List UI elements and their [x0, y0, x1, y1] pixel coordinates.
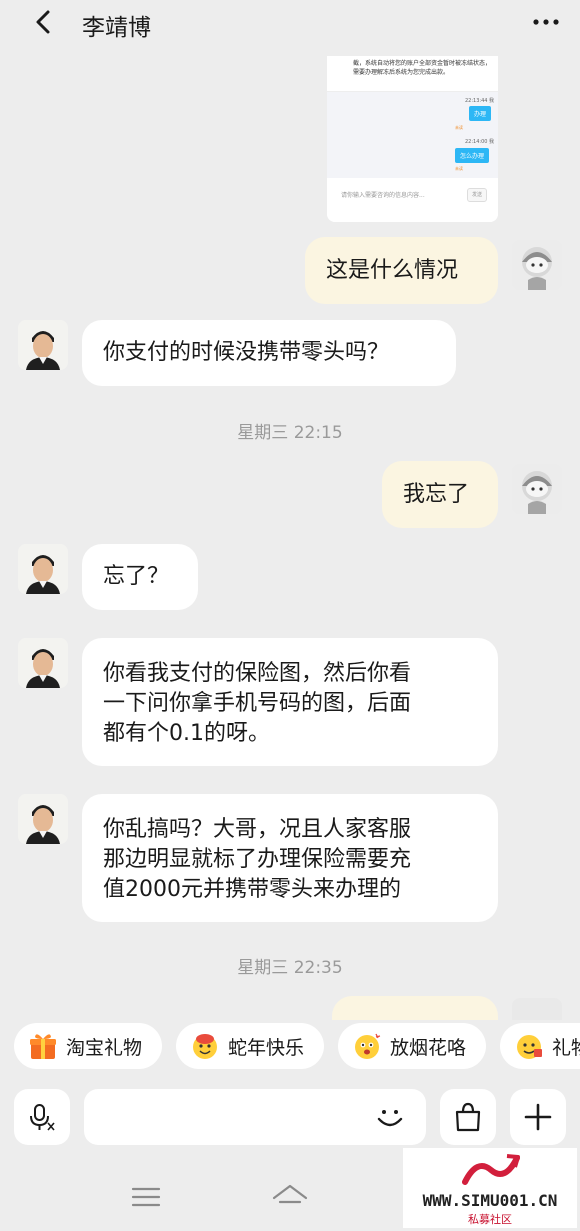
firework-face-icon: [355, 1033, 381, 1059]
my-avatar[interactable]: [512, 240, 562, 290]
message-text: 我忘了: [403, 481, 470, 507]
screenshot-notice-text: 截，系统自动将您的账户全部资金暂时被冻结状态，需要办理解冻后系统为您完成出款。: [353, 60, 492, 76]
message-bubble-received[interactable]: 你支付的时候没携带零头吗？: [82, 320, 456, 386]
chip-gift-more[interactable]: 礼物: [500, 1023, 580, 1069]
chip-label: 蛇年快乐: [228, 1036, 305, 1059]
message-text: 这是什么情况: [326, 257, 459, 283]
message-text: 忘了？: [103, 564, 170, 589]
message-line: 那边明显就标了办理保险需要充: [103, 847, 412, 872]
snake-face-icon: [193, 1034, 217, 1059]
chip-label: 放烟花咯: [390, 1036, 467, 1059]
shared-screenshot-image[interactable]: 截，系统自动将您的账户全部资金暂时被冻结状态，需要办理解冻后系统为您完成出款。 …: [327, 56, 498, 222]
message-line: 你乱搞吗？大哥，况且人家客服: [103, 817, 412, 842]
contact-avatar[interactable]: [18, 544, 68, 594]
menu-icon[interactable]: [130, 1182, 162, 1212]
my-avatar[interactable]: [512, 464, 562, 514]
chip-label: 礼物: [552, 1036, 580, 1059]
message-line: 一下问你拿手机号码的图，后面: [103, 691, 412, 716]
contact-avatar[interactable]: [18, 320, 68, 370]
gift-face-icon: [517, 1035, 542, 1059]
message-line: 值2000元并携带零头来办理的: [103, 877, 401, 902]
chip-fireworks[interactable]: 放烟花咯: [338, 1023, 486, 1069]
chip-label: 淘宝礼物: [66, 1036, 143, 1059]
quick-sticker-bar: 淘宝礼物 蛇年快乐 放烟花咯 礼物: [0, 1020, 580, 1076]
contact-name: 李靖博: [82, 15, 151, 41]
screenshot-unread-tag: 未读: [455, 125, 463, 130]
shop-button[interactable]: [440, 1089, 496, 1145]
voice-input-button[interactable]: [14, 1089, 70, 1145]
plus-icon: [524, 1103, 552, 1131]
message-text: 你支付的时候没携带零头吗？: [103, 340, 390, 365]
message-line: 你看我支付的保险图，然后你看: [103, 661, 412, 686]
ellipsis-icon[interactable]: [530, 8, 562, 36]
message-line: 都有个0.1的呀。: [103, 721, 270, 746]
smile-icon[interactable]: [372, 1099, 408, 1135]
screenshot-button: 怎么办理: [455, 148, 490, 163]
time-separator: 星期三 22:35: [237, 958, 343, 978]
message-bubble-received[interactable]: 忘了？: [82, 544, 198, 610]
screenshot-send-button: 发送: [467, 188, 487, 202]
message-bubble-received[interactable]: 你乱搞吗？大哥，况且人家客服 那边明显就标了办理保险需要充 值2000元并携带零…: [82, 794, 498, 922]
shopping-bag-icon: [455, 1102, 481, 1132]
chip-taobao-gift[interactable]: 淘宝礼物: [14, 1023, 162, 1069]
message-bubble-mine-partial[interactable]: [332, 996, 498, 1020]
chip-snake-new-year[interactable]: 蛇年快乐: [176, 1023, 324, 1069]
chevron-left-icon[interactable]: [28, 6, 60, 38]
screenshot-timestamp: 22:13:44 我: [465, 98, 495, 104]
contact-avatar[interactable]: [18, 638, 68, 688]
watermark-site: WWW.SIMU001.CN: [422, 1191, 558, 1210]
my-avatar-partial: [512, 998, 562, 1020]
screenshot-button: 办理: [469, 106, 492, 121]
watermark-subtitle: 私募社区: [468, 1213, 512, 1226]
home-icon[interactable]: [270, 1182, 310, 1212]
message-input-bar: [0, 1084, 580, 1150]
screenshot-unread-tag: 未读: [455, 166, 463, 171]
add-button[interactable]: [510, 1089, 566, 1145]
gift-icon: [30, 1034, 56, 1059]
screenshot-input-placeholder: 请你输入需要咨询的信息内容...: [341, 192, 425, 199]
chat-header: 李靖博: [0, 0, 580, 46]
watermark-logo: WWW.SIMU001.CN 私募社区: [403, 1148, 577, 1228]
message-bubble-mine[interactable]: 这是什么情况: [305, 237, 498, 304]
voice-input-icon: [30, 1104, 55, 1131]
watermark-emblem-icon: [462, 1154, 520, 1185]
screenshot-timestamp: 22:14:00 我: [465, 139, 495, 145]
contact-avatar[interactable]: [18, 794, 68, 844]
message-bubble-mine[interactable]: 我忘了: [382, 461, 498, 528]
message-bubble-received[interactable]: 你看我支付的保险图，然后你看 一下问你拿手机号码的图，后面 都有个0.1的呀。: [82, 638, 498, 766]
time-separator: 星期三 22:15: [237, 423, 343, 443]
